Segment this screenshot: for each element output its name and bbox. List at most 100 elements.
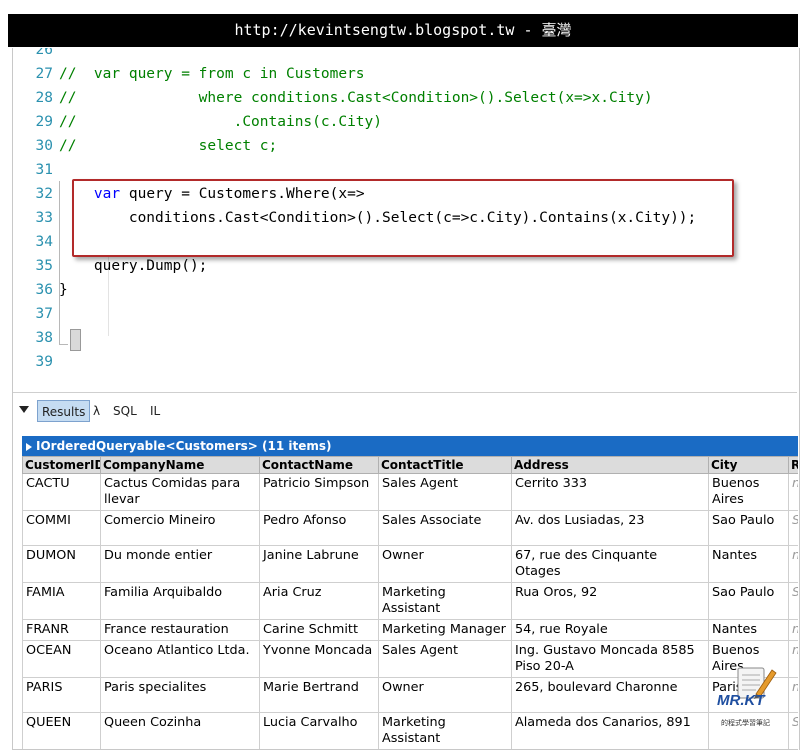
table-cell: Cactus Comidas para llevar <box>100 473 260 511</box>
table-cell: Ing. Gustavo Moncada 8585 Piso 20-A <box>511 640 709 678</box>
table-cell: Nantes <box>708 545 789 583</box>
code-line[interactable]: // select c; <box>59 134 277 158</box>
column-header[interactable]: CompanyName <box>100 456 260 474</box>
table-cell: Marketing Manager <box>378 619 512 641</box>
table-row: CACTU Cactus Comidas para llevar Patricio … <box>22 473 798 511</box>
table-cell: CACTU <box>22 473 101 511</box>
table-cell: COMMI <box>22 510 101 546</box>
column-header[interactable]: Address <box>511 456 709 474</box>
table-cell: Av. dos Lusiadas, 23 <box>511 510 709 546</box>
brace-highlight <box>70 329 81 351</box>
table-cell: n <box>788 545 798 583</box>
table-cell: Familia Arquibaldo <box>100 582 260 620</box>
tab-sql[interactable]: SQL <box>109 400 141 422</box>
table-cell: 265, boulevard Charonne <box>511 677 709 713</box>
watermark-title: MR.KT <box>717 692 765 709</box>
line-number: 35 <box>35 258 53 274</box>
line-number: 39 <box>35 354 53 370</box>
table-cell: FRANR <box>22 619 101 641</box>
table-cell: n <box>788 640 798 678</box>
table-cell: Owner <box>378 545 512 583</box>
column-header[interactable]: CustomerID <box>22 456 101 474</box>
table-cell: DUMON <box>22 545 101 583</box>
table-cell: Buenos Aires <box>708 473 789 511</box>
table-cell: Marketing Assistant <box>378 712 512 750</box>
table-cell: Sales Agent <box>378 473 512 511</box>
code-line[interactable]: // .Contains(c.City) <box>59 110 382 134</box>
highlight-box <box>72 179 734 257</box>
table-row: DUMON Du monde entier Janine Labrune Owner 6… <box>22 545 798 583</box>
table-cell: Nantes <box>708 619 789 641</box>
table-cell: Queen Cozinha <box>100 712 260 750</box>
table-cell: Oceano Atlantico Ltda. <box>100 640 260 678</box>
table-cell: Sao Paulo <box>708 582 789 620</box>
table-row: QUEEN Queen Cozinha Lucia Carvalho Marketin… <box>22 712 798 750</box>
fold-guide-end <box>60 344 68 345</box>
table-cell: n <box>788 677 798 713</box>
table-cell: Carine Schmitt <box>259 619 379 641</box>
line-number: 26 <box>35 48 53 58</box>
watermark-subtitle: 的程式學習筆記 <box>721 719 770 727</box>
line-number: 32 <box>35 186 53 202</box>
results-table: CustomerID CompanyName ContactName ContactT… <box>22 456 798 750</box>
tab-results[interactable]: Results <box>37 400 91 422</box>
table-cell: 54, rue Royale <box>511 619 709 641</box>
table-cell: Rua Oros, 92 <box>511 582 709 620</box>
expand-triangle-icon[interactable] <box>26 442 32 451</box>
table-cell: Comercio Mineiro <box>100 510 260 546</box>
table-cell: Yvonne Moncada <box>259 640 379 678</box>
table-cell: Pedro Afonso <box>259 510 379 546</box>
table-row: COMMI Comercio Mineiro Pedro Afonso Sales A… <box>22 510 798 546</box>
table-cell: n <box>788 473 798 511</box>
code-line[interactable]: query.Dump(); <box>59 254 208 278</box>
table-cell: S <box>788 510 798 546</box>
table-cell: Sao Paulo <box>708 510 789 546</box>
table-row: FRANR France restauration Carine Schmitt Ma… <box>22 619 798 641</box>
tab-lambda[interactable]: λ <box>89 400 104 422</box>
table-cell: France restauration <box>100 619 260 641</box>
table-cell: Patricio Simpson <box>259 473 379 511</box>
code-line[interactable]: // where conditions.Cast<Condition>().Se… <box>59 86 653 110</box>
table-cell: Marketing Assistant <box>378 582 512 620</box>
column-header[interactable]: R <box>788 456 798 474</box>
tab-il[interactable]: IL <box>146 400 164 422</box>
table-cell: Alameda dos Canarios, 891 <box>511 712 709 750</box>
line-number: 27 <box>35 66 53 82</box>
table-cell: Sales Associate <box>378 510 512 546</box>
table-row: FAMIA Familia Arquibaldo Aria Cruz Marketin… <box>22 582 798 620</box>
table-cell: PARIS <box>22 677 101 713</box>
column-header[interactable]: ContactTitle <box>378 456 512 474</box>
line-number: 28 <box>35 90 53 106</box>
table-cell: S <box>788 582 798 620</box>
window-bottom-border <box>12 749 798 750</box>
table-row: PARIS Paris specialites Marie Bertrand Owne… <box>22 677 798 713</box>
table-cell: Lucia Carvalho <box>259 712 379 750</box>
code-line[interactable]: // var query = from c in Customers <box>59 62 365 86</box>
table-cell: Owner <box>378 677 512 713</box>
panel-splitter[interactable] <box>13 392 797 393</box>
table-cell: Sales Agent <box>378 640 512 678</box>
table-cell: Cerrito 333 <box>511 473 709 511</box>
blog-url-banner: http://kevintsengtw.blogspot.tw - 臺灣 <box>8 14 798 47</box>
line-number: 33 <box>35 210 53 226</box>
table-cell: Du monde entier <box>100 545 260 583</box>
table-cell: Aria Cruz <box>259 582 379 620</box>
mrkt-watermark: MR.KT 的程式學習筆記 <box>712 662 784 732</box>
table-cell: n <box>788 619 798 641</box>
line-number: 38 <box>35 330 53 346</box>
table-cell: Janine Labrune <box>259 545 379 583</box>
results-tabbar: Results λ SQL IL <box>13 398 313 424</box>
column-header[interactable]: City <box>708 456 789 474</box>
code-line[interactable]: } <box>59 278 68 302</box>
line-number: 31 <box>35 162 53 178</box>
line-number: 34 <box>35 234 53 250</box>
column-header[interactable]: ContactName <box>259 456 379 474</box>
line-number: 29 <box>35 114 53 130</box>
results-header[interactable]: IOrderedQueryable<Customers> (11 items) <box>22 436 798 456</box>
results-panel: IOrderedQueryable<Customers> (11 items) … <box>22 436 798 754</box>
table-row: OCEAN Oceano Atlantico Ltda. Yvonne Moncad… <box>22 640 798 678</box>
table-cell: S <box>788 712 798 750</box>
table-cell: Marie Bertrand <box>259 677 379 713</box>
collapse-arrow-icon[interactable] <box>19 406 29 413</box>
line-number: 30 <box>35 138 53 154</box>
